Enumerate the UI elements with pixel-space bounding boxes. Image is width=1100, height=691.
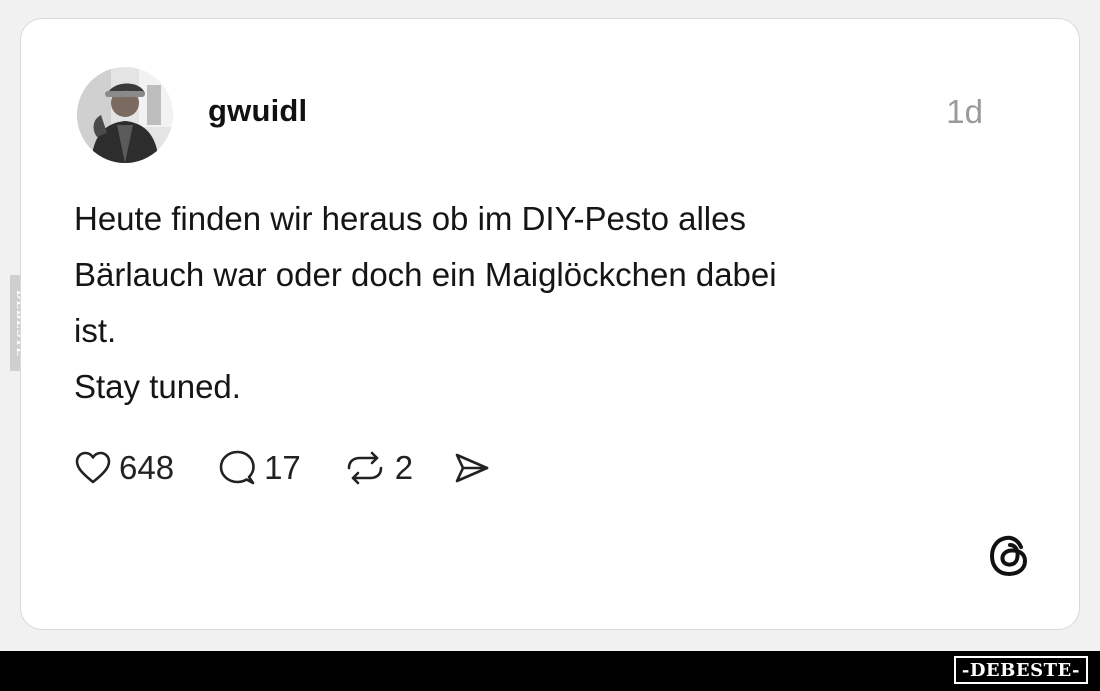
- page: DEBESTE gwuidl 1d Heute finden wir herau…: [0, 0, 1100, 691]
- like-count: 648: [119, 449, 175, 486]
- footer-bar: -DEBESTE-: [0, 651, 1100, 691]
- footer-watermark-text: -DEBESTE-: [961, 659, 1080, 681]
- post-timestamp: 1d: [946, 93, 983, 130]
- repost-arrows-icon: [347, 451, 383, 485]
- threads-logo-icon[interactable]: [985, 531, 1035, 581]
- post-text-line: Stay tuned.: [74, 368, 241, 405]
- reply-count: 17: [264, 449, 301, 486]
- like-button[interactable]: 648: [75, 449, 174, 487]
- footer-watermark-logo: -DEBESTE-: [953, 656, 1088, 684]
- repost-button[interactable]: 2: [343, 449, 413, 487]
- avatar[interactable]: [77, 67, 173, 163]
- send-icon: [455, 453, 489, 483]
- reply-button[interactable]: 17: [218, 449, 301, 487]
- avatar-photo: [77, 67, 173, 163]
- post-text: Heute finden wir heraus ob im DIY-Pesto …: [74, 191, 974, 415]
- speech-bubble-icon: [219, 450, 255, 485]
- action-bar: 648 17 2: [75, 445, 491, 491]
- post-text-line: Bärlauch war oder doch ein Maiglöckchen …: [74, 256, 777, 293]
- post-text-line: Heute finden wir heraus ob im DIY-Pesto …: [74, 200, 746, 237]
- post-text-line: ist.: [74, 312, 117, 349]
- repost-count: 2: [394, 449, 414, 486]
- share-button[interactable]: [453, 451, 491, 485]
- post-card[interactable]: gwuidl 1d Heute finden wir heraus ob im …: [20, 18, 1080, 630]
- heart-icon: [75, 451, 111, 484]
- username[interactable]: gwuidl: [208, 93, 307, 129]
